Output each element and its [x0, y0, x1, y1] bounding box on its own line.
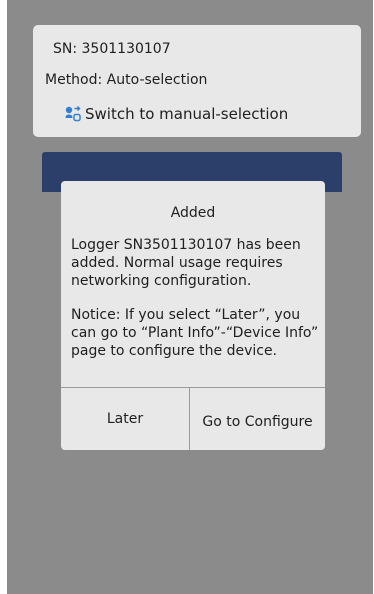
device-info-card: SN: 3501130107 Method: Auto-selection Sw… [33, 25, 361, 137]
serial-number-text: SN: 3501130107 [53, 41, 171, 57]
dialog-message: Logger SN3501130107 has been added. Norm… [71, 237, 301, 289]
dimmed-screen: SN: 3501130107 Method: Auto-selection Sw… [7, 0, 373, 594]
added-dialog: Added Logger SN3501130107 has been added… [61, 181, 325, 450]
method-text: Method: Auto-selection [45, 72, 208, 88]
later-button[interactable]: Later [61, 388, 189, 450]
dialog-notice: Notice: If you select “Later”, you can g… [71, 307, 319, 359]
switch-to-manual-label: Switch to manual-selection [85, 105, 289, 123]
go-to-configure-label: Go to Configure [202, 414, 313, 430]
switch-to-manual-button[interactable]: Switch to manual-selection [64, 104, 288, 124]
later-button-label: Later [106, 411, 144, 427]
go-to-configure-button[interactable]: Go to Configure [190, 388, 325, 450]
switch-mode-icon [65, 106, 81, 122]
dialog-title: Added [170, 205, 216, 221]
